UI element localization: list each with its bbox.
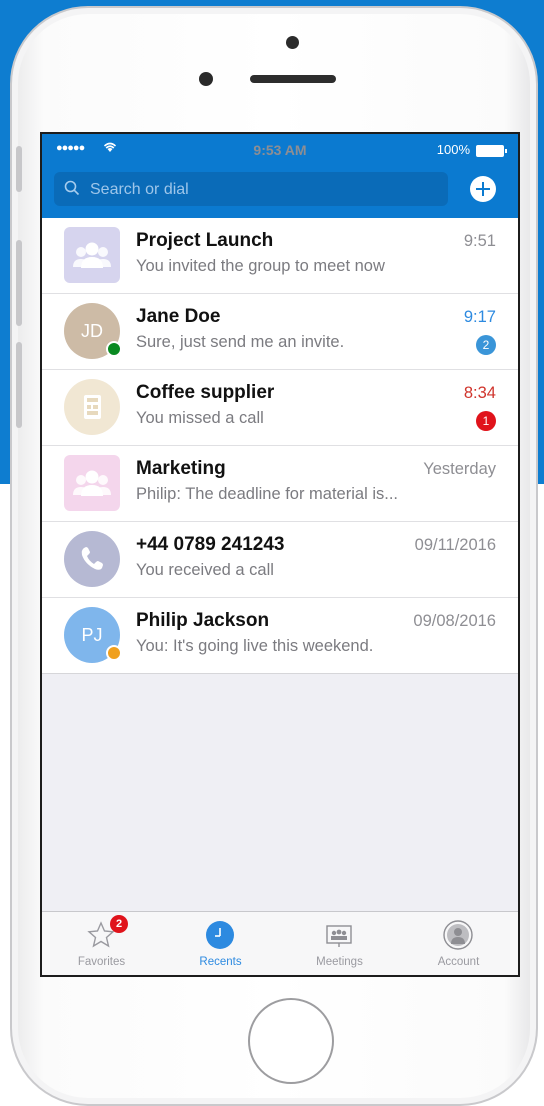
avatar: [64, 379, 120, 435]
conversation-time: 09/11/2016: [414, 536, 496, 554]
list-item[interactable]: Project Launch You invited the group to …: [42, 218, 518, 294]
conversation-name: Jane Doe: [136, 306, 221, 327]
conversation-time: 09/08/2016: [413, 612, 496, 630]
conversation-time: Yesterday: [423, 460, 496, 478]
conversation-name: Coffee supplier: [136, 382, 275, 403]
presence-online-icon: [106, 341, 122, 357]
clock-icon: [206, 921, 234, 949]
presence-away-icon: [106, 645, 122, 661]
unread-badge: 2: [476, 335, 496, 355]
tab-recents[interactable]: Recents: [161, 912, 280, 975]
volume-up-button: [16, 240, 22, 326]
group-icon: [73, 470, 111, 496]
avatar: JD: [64, 303, 122, 359]
volume-down-button: [16, 342, 22, 428]
missed-call-badge: 1: [476, 411, 496, 431]
front-camera: [199, 72, 213, 86]
camera-dot: [286, 36, 299, 49]
earpiece-speaker: [250, 75, 336, 83]
list-item[interactable]: Marketing Philip: The deadline for mater…: [42, 446, 518, 522]
conversation-time: 9:51: [463, 232, 496, 250]
conversation-name: +44 0789 241243: [136, 534, 285, 555]
battery-percent: 100%: [436, 142, 470, 157]
phone-icon: [81, 547, 103, 570]
search-icon: [64, 180, 80, 196]
search-bar[interactable]: [54, 172, 448, 208]
conversation-preview: You: It's going live this weekend.: [136, 637, 374, 655]
search-input[interactable]: [88, 172, 442, 208]
group-avatar: [64, 455, 120, 511]
tab-label: Meetings: [316, 956, 363, 968]
avatar: PJ: [64, 607, 122, 663]
tab-label: Favorites: [77, 956, 126, 968]
tab-label: Recents: [199, 956, 242, 968]
status-bar: ●●●●● 9:53 AM 100%: [42, 140, 518, 160]
conversation-preview: You received a call: [136, 561, 274, 579]
tab-favorites[interactable]: 2 Favorites: [42, 912, 161, 975]
recents-list: Project Launch You invited the group to …: [42, 218, 518, 674]
conversation-name: Project Launch: [136, 230, 274, 251]
tab-label: Account: [437, 956, 480, 968]
conversation-name: Marketing: [136, 458, 226, 479]
conversation-name: Philip Jackson: [136, 610, 270, 631]
conversation-time: 9:17: [463, 308, 496, 326]
tab-bar: 2 Favorites Recents Meetings Account: [42, 911, 518, 975]
tab-meetings[interactable]: Meetings: [280, 912, 399, 975]
conversation-time: 8:34: [463, 384, 496, 402]
meeting-icon: [326, 925, 352, 947]
list-item[interactable]: +44 0789 241243 You received a call 09/1…: [42, 522, 518, 598]
group-avatar: [64, 227, 120, 283]
app-header: ●●●●● 9:53 AM 100%: [42, 134, 518, 218]
home-button[interactable]: [248, 998, 334, 1084]
list-item[interactable]: PJ Philip Jackson You: It's going live t…: [42, 598, 518, 674]
contact-card-icon: [84, 395, 101, 419]
list-item[interactable]: JD Jane Doe Sure, just send me an invite…: [42, 294, 518, 370]
group-icon: [73, 242, 111, 268]
battery-icon: [476, 145, 507, 157]
tab-account[interactable]: Account: [399, 912, 518, 975]
avatar: [64, 531, 120, 587]
add-button[interactable]: [470, 176, 496, 202]
account-icon: [443, 920, 473, 950]
favorites-badge: 2: [110, 915, 128, 933]
conversation-preview: Philip: The deadline for material is...: [136, 485, 398, 503]
conversation-preview: You invited the group to meet now: [136, 257, 385, 275]
conversation-preview: Sure, just send me an invite.: [136, 333, 345, 351]
list-item[interactable]: Coffee supplier You missed a call 8:34 1: [42, 370, 518, 446]
conversation-preview: You missed a call: [136, 409, 264, 427]
app-screen: ●●●●● 9:53 AM 100% Search or dial Projec…: [40, 132, 520, 977]
mute-switch: [16, 146, 22, 192]
